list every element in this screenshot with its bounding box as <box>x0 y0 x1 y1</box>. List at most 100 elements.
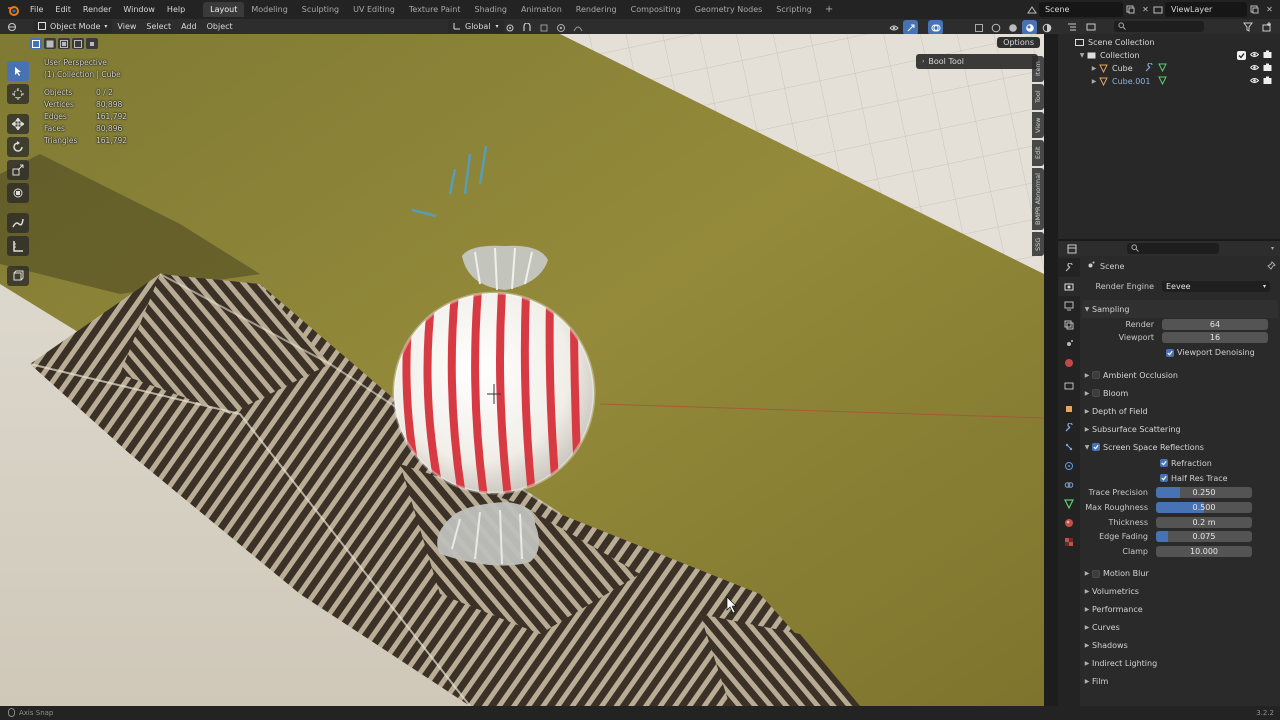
tab-texture-paint[interactable]: Texture Paint <box>402 2 468 17</box>
collection-exclude-checkbox[interactable] <box>1237 51 1246 60</box>
tab-physics-icon[interactable] <box>1058 456 1080 475</box>
expand-triangle-icon[interactable]: ▼ <box>1078 52 1086 59</box>
outliner-row-scene-collection[interactable]: Scene Collection <box>1058 36 1280 49</box>
eye-icon[interactable] <box>1250 50 1260 61</box>
section-film[interactable]: ▶ Film <box>1082 673 1278 691</box>
tab-modeling[interactable]: Modeling <box>244 2 294 17</box>
menu-view[interactable]: View <box>112 19 141 34</box>
snap-target-icon[interactable] <box>536 20 551 35</box>
3d-viewport[interactable]: User Perspective (1) Collection | Cube O… <box>0 34 1044 706</box>
menu-edit[interactable]: Edit <box>49 0 77 19</box>
visibility-icon[interactable] <box>886 20 901 35</box>
eye-icon[interactable] <box>1250 63 1260 74</box>
menu-window[interactable]: Window <box>117 0 161 19</box>
clamp-field[interactable]: 10.000 <box>1156 545 1252 557</box>
menu-file[interactable]: File <box>24 0 49 19</box>
menu-object[interactable]: Object <box>202 19 238 34</box>
tab-texture-icon[interactable] <box>1058 532 1080 551</box>
sidebar-tab-item[interactable]: Item <box>1032 56 1044 82</box>
tab-material-icon[interactable] <box>1058 513 1080 532</box>
chevron-down-icon[interactable]: ▾ <box>1271 245 1274 252</box>
outliner-search-input[interactable] <box>1114 21 1204 32</box>
tab-render-icon[interactable] <box>1058 277 1080 296</box>
tab-object-icon[interactable] <box>1058 399 1080 418</box>
bloom-checkbox[interactable] <box>1092 389 1100 397</box>
section-indirect-lighting[interactable]: ▶ Indirect Lighting <box>1082 655 1278 673</box>
editor-type-icon[interactable] <box>4 19 19 34</box>
tool-annotate[interactable] <box>7 213 29 233</box>
bool-tool-panel[interactable]: › Bool Tool <box>916 54 1038 69</box>
add-workspace-button[interactable]: + <box>819 4 839 15</box>
camera-icon[interactable] <box>1263 50 1272 61</box>
tool-move[interactable] <box>7 114 29 134</box>
properties-editor-icon[interactable] <box>1064 241 1079 256</box>
tool-select-box[interactable] <box>7 61 29 81</box>
overlay-toggle-icon[interactable] <box>928 20 943 35</box>
tab-shading[interactable]: Shading <box>467 2 514 17</box>
thickness-field[interactable]: 0.2 m <box>1156 516 1252 528</box>
sidebar-tab-view[interactable]: View <box>1032 112 1044 138</box>
expand-triangle-icon[interactable]: ▶ <box>1090 65 1098 72</box>
falloff-icon[interactable] <box>570 20 585 35</box>
section-shadows[interactable]: ▶ Shadows <box>1082 637 1278 655</box>
tab-uv-editing[interactable]: UV Editing <box>346 2 402 17</box>
section-bloom[interactable]: ▶ Bloom <box>1082 384 1278 402</box>
sampling-viewport-field[interactable]: 16 <box>1162 332 1268 343</box>
outliner-row-cube[interactable]: ▶ Cube <box>1058 62 1280 75</box>
ssr-checkbox[interactable] <box>1092 443 1100 451</box>
camera-icon[interactable] <box>1263 76 1272 87</box>
menu-select[interactable]: Select <box>141 19 176 34</box>
select-extend-icon[interactable] <box>44 38 56 49</box>
pin-icon[interactable] <box>1267 260 1276 272</box>
section-volumetrics[interactable]: ▶ Volumetrics <box>1082 583 1278 601</box>
sidebar-tab-bmpr[interactable]: BMPR Abnormal <box>1032 168 1044 230</box>
tab-particles-icon[interactable] <box>1058 437 1080 456</box>
xray-toggle-icon[interactable] <box>971 20 986 35</box>
select-intersect-icon[interactable] <box>86 38 98 49</box>
menu-render[interactable]: Render <box>77 0 117 19</box>
transform-orientation-dropdown[interactable]: Global ▾ <box>448 20 504 33</box>
section-curves[interactable]: ▶ Curves <box>1082 619 1278 637</box>
outliner-row-cube-001[interactable]: ▶ Cube.001 <box>1058 75 1280 88</box>
menu-add[interactable]: Add <box>176 19 202 34</box>
tab-constraints-icon[interactable] <box>1058 475 1080 494</box>
tool-cursor[interactable] <box>7 84 29 104</box>
trace-precision-slider[interactable]: 0.250 <box>1156 487 1252 499</box>
tab-world-icon[interactable] <box>1058 353 1080 372</box>
gizmo-toggle-icon[interactable] <box>903 20 918 35</box>
tab-animation[interactable]: Animation <box>514 2 569 17</box>
tool-scale[interactable] <box>7 160 29 180</box>
camera-icon[interactable] <box>1263 63 1272 74</box>
section-depth-of-field[interactable]: ▶ Depth of Field <box>1082 402 1278 420</box>
shading-material-icon[interactable] <box>1022 20 1037 35</box>
eye-icon[interactable] <box>1250 76 1260 87</box>
tab-geometry-nodes[interactable]: Geometry Nodes <box>688 2 769 17</box>
edge-fading-slider[interactable]: 0.075 <box>1156 531 1252 543</box>
menu-help[interactable]: Help <box>161 0 191 19</box>
tab-output-icon[interactable] <box>1058 296 1080 315</box>
object-mode-dropdown[interactable]: Object Mode ▾ <box>33 20 113 33</box>
render-engine-dropdown[interactable]: Eevee ▾ <box>1162 280 1270 292</box>
sidebar-tab-edit[interactable]: Edit <box>1032 140 1044 166</box>
tab-layout[interactable]: Layout <box>203 2 245 17</box>
shading-solid-icon[interactable] <box>1005 20 1020 35</box>
copy-view-layer-icon[interactable] <box>1247 2 1262 17</box>
motion-blur-checkbox[interactable] <box>1092 569 1100 578</box>
ambient-occlusion-checkbox[interactable] <box>1092 371 1100 379</box>
sampling-render-field[interactable]: 64 <box>1162 319 1268 330</box>
close-view-layer-icon[interactable]: ✕ <box>1262 2 1277 17</box>
section-performance[interactable]: ▶ Performance <box>1082 601 1278 619</box>
tab-scene-icon[interactable] <box>1058 334 1080 353</box>
snap-toggle-icon[interactable] <box>519 20 534 35</box>
tool-measure[interactable] <box>7 236 29 256</box>
tab-sculpting[interactable]: Sculpting <box>295 2 346 17</box>
select-invert-icon[interactable] <box>72 38 84 49</box>
tab-tool-icon[interactable] <box>1058 258 1080 277</box>
sidebar-tab-ssg[interactable]: SSG <box>1032 232 1044 256</box>
tab-modifiers-icon[interactable] <box>1058 418 1080 437</box>
view-layer-name[interactable]: ViewLayer <box>1165 2 1247 17</box>
section-screen-space-reflections[interactable]: ▼ Screen Space Reflections <box>1082 438 1278 456</box>
tab-data-icon[interactable] <box>1058 494 1080 513</box>
section-motion-blur[interactable]: ▶ Motion Blur <box>1082 565 1278 583</box>
viewport-denoising-checkbox[interactable] <box>1166 348 1174 357</box>
